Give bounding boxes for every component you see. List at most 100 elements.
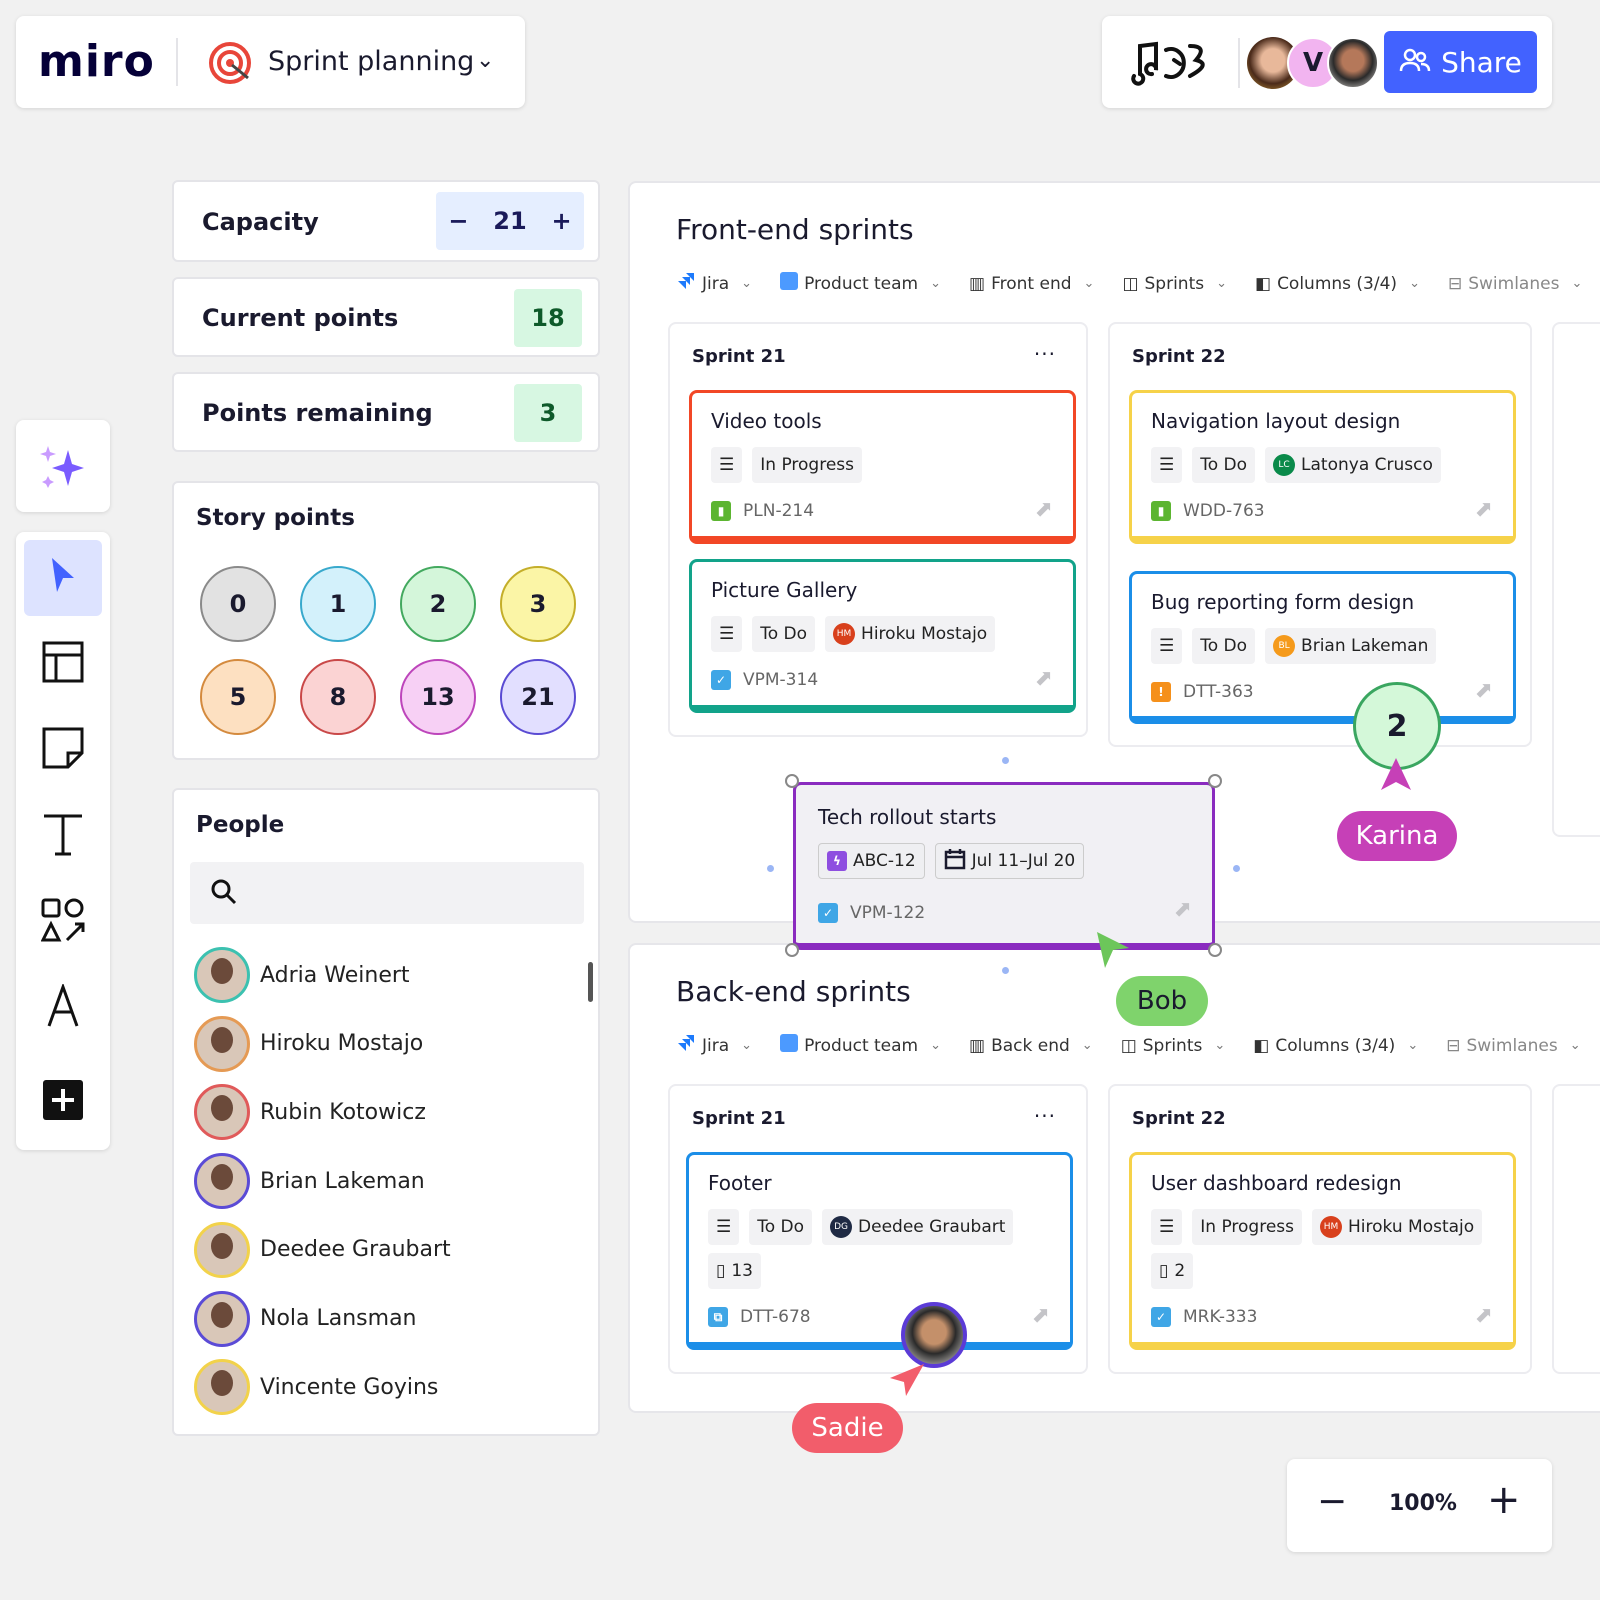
- issue-card[interactable]: Picture Gallery ☰ To Do HM Hiroku Mostajo ✓ VP…: [689, 559, 1076, 713]
- date-chip[interactable]: Jul 11–Jul 20: [934, 843, 1085, 879]
- more-options-icon[interactable]: ···: [1034, 1104, 1056, 1128]
- sticky-note-icon: [42, 727, 84, 773]
- share-button[interactable]: Share: [1384, 31, 1537, 93]
- story-point-21[interactable]: 21: [500, 659, 576, 735]
- templates-tool[interactable]: [24, 626, 102, 702]
- music-reaction-icon[interactable]: [1126, 36, 1212, 92]
- person-list-item[interactable]: Brian Lakeman: [194, 1153, 425, 1210]
- issue-card[interactable]: Bug reporting form design ☰ To Do BL Brian L…: [1129, 571, 1516, 724]
- issue-card[interactable]: User dashboard redesign ☰ In Progress HM Hir…: [1129, 1152, 1516, 1350]
- person-list-item[interactable]: Deedee Graubart: [194, 1221, 451, 1278]
- issue-key[interactable]: DTT-363: [1183, 682, 1254, 702]
- issue-key[interactable]: PLN-214: [743, 501, 814, 521]
- description-icon[interactable]: ☰: [708, 1209, 740, 1245]
- collaborator-avatar[interactable]: [1327, 37, 1379, 89]
- capacity-value[interactable]: 21: [493, 207, 526, 235]
- toolbar-filter-board-columns[interactable]: ◧ Columns (3/4) ⌄: [1253, 1036, 1418, 1056]
- toolbar-filter-board-columns[interactable]: ◧ Columns (3/4) ⌄: [1255, 274, 1420, 294]
- story-point-0[interactable]: 0: [200, 566, 276, 642]
- connector-dot[interactable]: [1002, 757, 1009, 764]
- zoom-out-button[interactable]: −: [1317, 1481, 1347, 1522]
- description-icon[interactable]: ☰: [1151, 1209, 1183, 1245]
- issue-key[interactable]: WDD-763: [1183, 501, 1265, 521]
- zoom-level[interactable]: 100%: [1389, 1491, 1457, 1516]
- status-chip[interactable]: To Do: [752, 616, 816, 652]
- people-search-input[interactable]: [190, 862, 584, 924]
- toolbar-filter-team[interactable]: Product team ⌄: [780, 1034, 941, 1057]
- resize-handle[interactable]: [785, 774, 799, 788]
- story-point-vote[interactable]: 2: [1353, 682, 1441, 770]
- description-icon[interactable]: ☰: [1151, 447, 1183, 483]
- person-list-item[interactable]: Nola Lansman: [194, 1290, 417, 1347]
- toolbar-filter-swimlanes[interactable]: ⊟ Swimlanes ⌄: [1448, 274, 1582, 294]
- story-points-chip[interactable]: ▯ 2: [1151, 1253, 1194, 1289]
- board-name[interactable]: Sprint planning: [268, 46, 474, 77]
- story-point-1[interactable]: 1: [300, 566, 376, 642]
- issue-card[interactable]: Footer ☰ To Do DG Deedee Graubart ▯ 13 ⧉ DTT-678…: [686, 1152, 1073, 1350]
- story-point-13[interactable]: 13: [400, 659, 476, 735]
- issue-key[interactable]: VPM-122: [850, 903, 925, 923]
- resize-handle[interactable]: [785, 943, 799, 957]
- description-icon[interactable]: ☰: [711, 616, 743, 652]
- floating-card-tech-rollout[interactable]: Tech rollout starts ϟ ABC-12 Jul 11–Jul 2…: [793, 782, 1215, 950]
- issue-key[interactable]: VPM-314: [743, 670, 818, 690]
- epic-chip[interactable]: ϟ ABC-12: [818, 843, 925, 879]
- scrollbar[interactable]: [588, 962, 593, 1002]
- assignee-chip[interactable]: DG Deedee Graubart: [822, 1209, 1014, 1245]
- toolbar-filter-sprints[interactable]: ◫ Sprints ⌄: [1121, 1036, 1226, 1056]
- pen-tool[interactable]: [24, 970, 102, 1046]
- description-icon[interactable]: ☰: [711, 447, 743, 483]
- increment-button[interactable]: +: [551, 207, 571, 235]
- story-point-5[interactable]: 5: [200, 659, 276, 735]
- assignee-chip[interactable]: BL Brian Lakeman: [1265, 628, 1437, 664]
- chevron-down-icon: ⌄: [930, 1038, 942, 1053]
- status-chip[interactable]: In Progress: [1192, 1209, 1302, 1245]
- assignee-chip[interactable]: LC Latonya Crusco: [1265, 447, 1441, 483]
- miro-logo[interactable]: miro: [38, 36, 155, 87]
- connector-dot[interactable]: [1233, 865, 1240, 872]
- resize-handle[interactable]: [1208, 774, 1222, 788]
- toolbar-filter-jira[interactable]: Jira ⌄: [676, 271, 752, 296]
- story-points-chip[interactable]: ▯ 13: [708, 1253, 761, 1289]
- person-list-item[interactable]: Vincente Goyins: [194, 1359, 438, 1416]
- person-list-item[interactable]: Adria Weinert: [194, 947, 410, 1003]
- description-icon[interactable]: ☰: [1151, 628, 1183, 664]
- chevron-down-icon[interactable]: ⌄: [476, 48, 494, 73]
- connector-dot[interactable]: [1002, 967, 1009, 974]
- story-point-3[interactable]: 3: [500, 566, 576, 642]
- issue-key[interactable]: MRK-333: [1183, 1307, 1257, 1327]
- select-tool[interactable]: [24, 540, 102, 616]
- status-chip[interactable]: To Do: [749, 1209, 813, 1245]
- toolbar-filter-swimlanes[interactable]: ⊟ Swimlanes ⌄: [1446, 1036, 1580, 1056]
- person-list-item[interactable]: Hiroku Mostajo: [194, 1015, 423, 1072]
- sticky-note-tool[interactable]: [24, 712, 102, 788]
- estimate-icon: ▯: [716, 1261, 726, 1281]
- issue-key[interactable]: DTT-678: [740, 1307, 811, 1327]
- add-more-tool[interactable]: [24, 1064, 102, 1140]
- sparkle-icon[interactable]: [40, 444, 86, 494]
- more-options-icon[interactable]: ···: [1034, 342, 1056, 366]
- issue-card[interactable]: Video tools ☰ In Progress ▮ PLN-214 ⬈: [689, 390, 1076, 544]
- toolbar-filter-sprints[interactable]: ◫ Sprints ⌄: [1122, 274, 1227, 294]
- decrement-button[interactable]: −: [448, 207, 468, 235]
- sprint-column: Sprint 22 User dashboard redesign ☰ In Prog…: [1108, 1084, 1532, 1374]
- person-list-item[interactable]: Rubin Kotowicz: [194, 1084, 426, 1141]
- story-point-8[interactable]: 8: [300, 659, 376, 735]
- person-avatar: [194, 1359, 250, 1416]
- status-chip[interactable]: In Progress: [752, 447, 862, 483]
- toolbar-filter-columns[interactable]: ▥ Front end ⌄: [969, 274, 1094, 294]
- toolbar-filter-jira[interactable]: Jira ⌄: [676, 1033, 752, 1058]
- status-chip[interactable]: To Do: [1192, 447, 1256, 483]
- status-chip[interactable]: To Do: [1192, 628, 1256, 664]
- zoom-in-button[interactable]: +: [1487, 1477, 1521, 1523]
- resize-handle[interactable]: [1208, 943, 1222, 957]
- shapes-tool[interactable]: [24, 884, 102, 960]
- issue-card[interactable]: Navigation layout design ☰ To Do LC Latonya …: [1129, 390, 1516, 544]
- assignee-chip[interactable]: HM Hiroku Mostajo: [1312, 1209, 1483, 1245]
- toolbar-filter-team[interactable]: Product team ⌄: [780, 272, 941, 295]
- story-point-2[interactable]: 2: [400, 566, 476, 642]
- text-tool[interactable]: [24, 798, 102, 874]
- connector-dot[interactable]: [767, 865, 774, 872]
- assignee-chip[interactable]: HM Hiroku Mostajo: [825, 616, 996, 652]
- toolbar-filter-columns[interactable]: ▥ Back end ⌄: [969, 1036, 1093, 1056]
